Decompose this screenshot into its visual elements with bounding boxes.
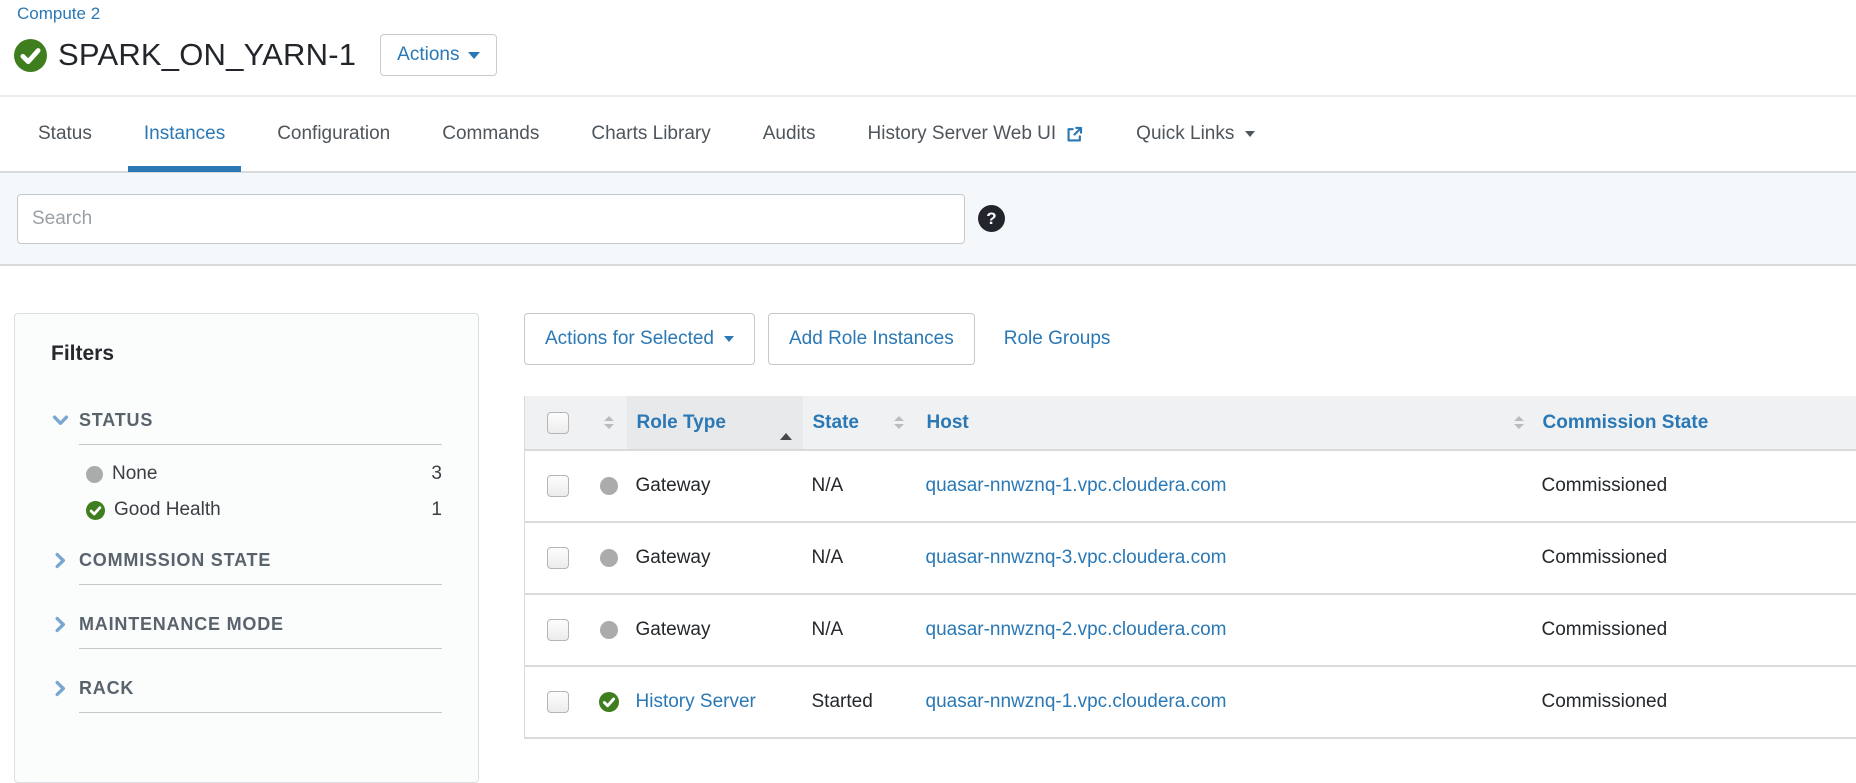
row-checkbox[interactable] xyxy=(547,475,569,497)
filter-section-commission-state: COMMISSION STATE xyxy=(51,550,442,585)
filter-section-status-header[interactable]: STATUS xyxy=(51,410,442,445)
column-header-commission-state[interactable]: Commission State xyxy=(1537,396,1856,450)
add-role-instances-button[interactable]: Add Role Instances xyxy=(768,313,975,365)
chevron-right-icon xyxy=(51,614,79,639)
breadcrumb: Compute 2 xyxy=(0,0,1856,24)
host-link[interactable]: quasar-nnwznq-1.vpc.cloudera.com xyxy=(926,691,1227,712)
filter-item-good-health[interactable]: Good Health 1 xyxy=(86,499,442,521)
host-link[interactable]: quasar-nnwznq-2.vpc.cloudera.com xyxy=(926,619,1227,640)
role-type-link[interactable]: History Server xyxy=(636,691,756,712)
table-row: History Server Started quasar-nnwznq-1.v… xyxy=(525,666,1856,738)
filter-section-label: RACK xyxy=(79,678,442,713)
row-checkbox[interactable] xyxy=(547,547,569,569)
filter-item-none[interactable]: None 3 xyxy=(86,463,442,485)
filter-section-rack: RACK xyxy=(51,678,442,713)
actions-button[interactable]: Actions xyxy=(380,34,497,76)
state-cell: N/A xyxy=(803,522,917,594)
host-link[interactable]: quasar-nnwznq-1.vpc.cloudera.com xyxy=(926,475,1227,496)
filter-section-rack-header[interactable]: RACK xyxy=(51,678,442,713)
sort-ascending-icon xyxy=(780,412,802,434)
breadcrumb-link-compute2[interactable]: Compute 2 xyxy=(17,4,100,23)
none-status-icon xyxy=(600,621,618,639)
row-checkbox[interactable] xyxy=(547,691,569,713)
column-header-host[interactable]: Host xyxy=(917,396,1537,450)
page-title: SPARK_ON_YARN-1 xyxy=(58,37,356,73)
external-link-icon xyxy=(1065,125,1084,144)
row-checkbox[interactable] xyxy=(547,619,569,641)
filter-count: 1 xyxy=(431,499,442,521)
commission-state-cell: Commissioned xyxy=(1537,594,1856,666)
filter-section-commission-state-header[interactable]: COMMISSION STATE xyxy=(51,550,442,585)
tab-instances[interactable]: Instances xyxy=(144,96,225,172)
good-health-icon xyxy=(599,692,619,712)
tab-bar: Status Instances Configuration Commands … xyxy=(0,95,1856,171)
table-row: Gateway N/A quasar-nnwznq-2.vpc.cloudera… xyxy=(525,594,1856,666)
table-row: Gateway N/A quasar-nnwznq-1.vpc.cloudera… xyxy=(525,450,1856,522)
filter-section-maintenance-mode: MAINTENANCE MODE xyxy=(51,614,442,649)
state-cell: Started xyxy=(803,666,917,738)
tab-quick-links[interactable]: Quick Links xyxy=(1136,96,1255,172)
role-type-cell: Gateway xyxy=(627,594,803,666)
select-all-checkbox[interactable] xyxy=(547,412,569,434)
help-icon[interactable]: ? xyxy=(978,205,1005,232)
actions-button-label: Actions xyxy=(397,44,459,66)
instances-table: Role Type State Host xyxy=(524,396,1856,739)
none-status-icon xyxy=(600,477,618,495)
state-cell: N/A xyxy=(803,450,917,522)
sort-icon xyxy=(604,416,614,429)
filter-section-label: MAINTENANCE MODE xyxy=(79,614,442,649)
chevron-down-icon xyxy=(51,410,79,435)
table-header-row: Role Type State Host xyxy=(525,396,1856,450)
select-all-checkbox-cell xyxy=(525,396,591,450)
column-header-status-icon[interactable] xyxy=(591,396,627,450)
content-area: Filters STATUS None 3 xyxy=(0,266,1856,783)
host-link[interactable]: quasar-nnwznq-3.vpc.cloudera.com xyxy=(926,547,1227,568)
tab-commands[interactable]: Commands xyxy=(442,96,539,172)
tab-status[interactable]: Status xyxy=(38,96,92,172)
caret-down-icon xyxy=(1245,131,1255,137)
role-type-cell: Gateway xyxy=(627,450,803,522)
actions-for-selected-button[interactable]: Actions for Selected xyxy=(524,313,755,365)
chevron-right-icon xyxy=(51,678,79,703)
filter-count: 3 xyxy=(431,463,442,485)
tab-configuration[interactable]: Configuration xyxy=(277,96,390,172)
filter-section-label: COMMISSION STATE xyxy=(79,550,442,585)
none-status-icon xyxy=(86,466,103,483)
none-status-icon xyxy=(600,549,618,567)
instances-toolbar: Actions for Selected Add Role Instances … xyxy=(524,313,1856,365)
search-band: ? xyxy=(0,171,1856,266)
good-health-icon xyxy=(86,501,105,520)
filters-panel: Filters STATUS None 3 xyxy=(14,313,479,783)
table-row: Gateway N/A quasar-nnwznq-3.vpc.cloudera… xyxy=(525,522,1856,594)
tab-audits[interactable]: Audits xyxy=(763,96,816,172)
filter-section-maintenance-mode-header[interactable]: MAINTENANCE MODE xyxy=(51,614,442,649)
tab-charts-library[interactable]: Charts Library xyxy=(591,96,710,172)
search-input[interactable] xyxy=(17,194,965,244)
commission-state-cell: Commissioned xyxy=(1537,522,1856,594)
main-panel: Actions for Selected Add Role Instances … xyxy=(524,313,1856,739)
column-header-role-type[interactable]: Role Type xyxy=(627,396,803,450)
chevron-right-icon xyxy=(51,550,79,575)
service-title-row: SPARK_ON_YARN-1 Actions xyxy=(14,34,1856,76)
commission-state-cell: Commissioned xyxy=(1537,450,1856,522)
filter-section-status: STATUS None 3 Good Health 1 xyxy=(51,410,442,521)
state-cell: N/A xyxy=(803,594,917,666)
commission-state-cell: Commissioned xyxy=(1537,666,1856,738)
filters-title: Filters xyxy=(51,342,442,366)
sort-icon xyxy=(1514,416,1536,429)
sort-icon xyxy=(894,416,916,429)
caret-down-icon xyxy=(724,336,734,342)
tab-history-server-web-ui[interactable]: History Server Web UI xyxy=(868,96,1085,172)
column-header-state[interactable]: State xyxy=(803,396,917,450)
role-groups-link[interactable]: Role Groups xyxy=(1004,328,1111,350)
filter-section-label: STATUS xyxy=(79,410,442,445)
caret-down-icon xyxy=(468,52,480,59)
good-health-icon xyxy=(14,39,47,72)
role-type-cell: Gateway xyxy=(627,522,803,594)
